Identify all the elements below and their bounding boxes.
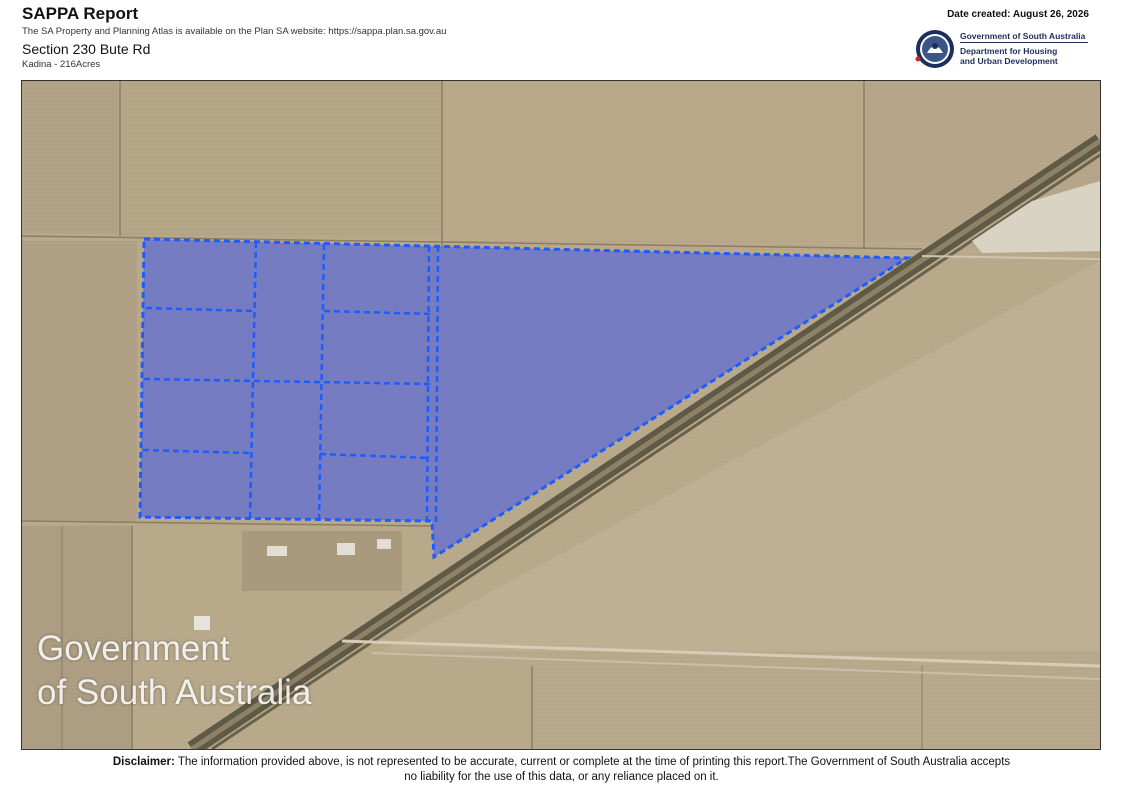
logo-line-department-1: Department for Housing xyxy=(960,46,1058,56)
section-name: Section 230 Bute Rd xyxy=(22,41,151,57)
watermark-line-2: of South Australia xyxy=(37,673,312,712)
building xyxy=(337,543,355,555)
report-title: SAPPA Report xyxy=(22,4,139,23)
government-logo: Government of South Australia Department… xyxy=(915,29,1091,71)
disclaimer-label: Disclaimer: xyxy=(112,756,175,768)
logo-line-department-2: and Urban Development xyxy=(960,56,1058,66)
disclaimer-text-1: The information provided above, is not r… xyxy=(177,756,1011,768)
atlas-note: The SA Property and Planning Atlas is av… xyxy=(22,26,447,37)
disclaimer: Disclaimer: The information provided abo… xyxy=(0,755,1123,785)
logo-line-government: Government of South Australia xyxy=(960,31,1086,41)
building xyxy=(267,546,287,556)
map-watermark: Government of South Australia xyxy=(37,627,311,715)
building xyxy=(377,539,391,549)
aerial-map[interactable]: Government of South Australia xyxy=(21,80,1101,750)
logo-divider xyxy=(960,42,1088,43)
disclaimer-text-2: no liability for the use of this data, o… xyxy=(404,771,719,783)
logo-line-department: Department for Housing and Urban Develop… xyxy=(960,46,1058,66)
watermark-line-1: Government xyxy=(37,629,230,668)
state-seal-icon xyxy=(915,30,954,68)
date-created: Date created: August 26, 2026 xyxy=(947,9,1089,20)
locality-area: Kadina - 216Acres xyxy=(22,59,101,70)
